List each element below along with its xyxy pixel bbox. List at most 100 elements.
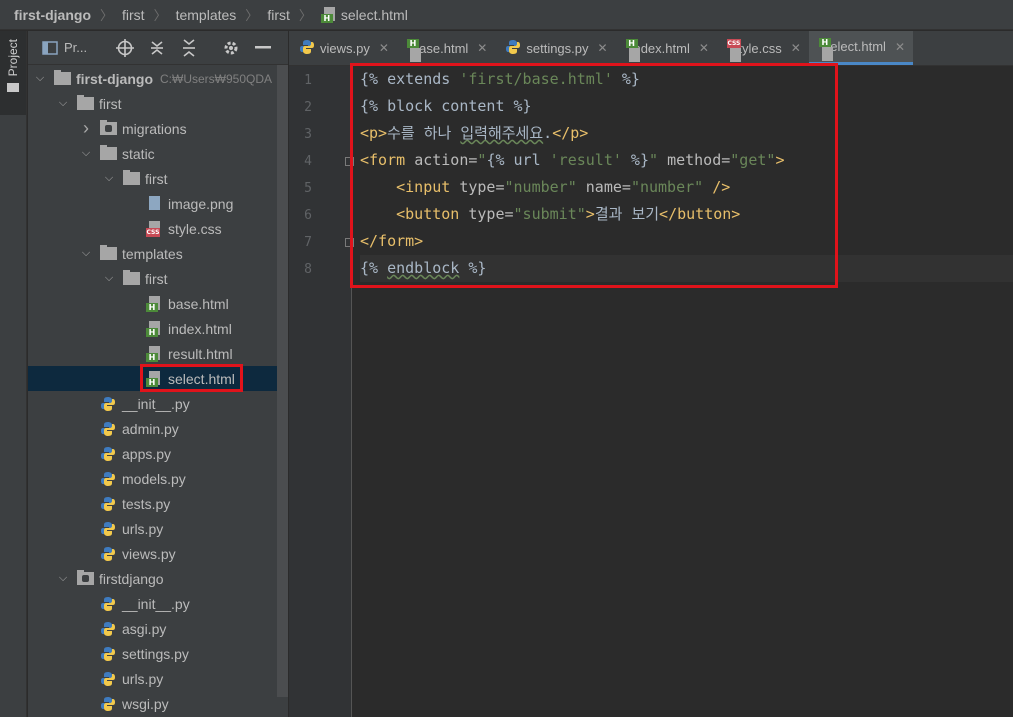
code-line[interactable]: {% extends 'first/base.html' %} bbox=[360, 66, 1013, 93]
code-content[interactable]: {% extends 'first/base.html' %} {% block … bbox=[360, 66, 1013, 282]
code-line[interactable]: <button type="submit">결과 보기</button> bbox=[360, 201, 1013, 228]
python-file-icon bbox=[99, 496, 117, 512]
tree-item[interactable]: tests.py bbox=[28, 491, 288, 516]
locate-file-icon[interactable] bbox=[115, 38, 135, 58]
tree-item-label: result.html bbox=[168, 345, 233, 362]
python-file-icon bbox=[299, 39, 315, 58]
tree-item[interactable]: Hresult.html bbox=[28, 341, 288, 366]
chevron-down-icon[interactable]: ⌵ bbox=[33, 72, 47, 85]
code-token: type= bbox=[468, 205, 514, 223]
fold-marker-icon[interactable] bbox=[345, 238, 354, 247]
fold-marker-icon[interactable] bbox=[345, 157, 354, 166]
tree-item-label: urls.py bbox=[122, 670, 164, 687]
breadcrumb-first-sub[interactable]: first bbox=[267, 7, 290, 23]
tree-item[interactable]: asgi.py bbox=[28, 616, 288, 641]
tree-item[interactable]: ⌵ first-django C:₩Users₩950QDA bbox=[28, 66, 288, 91]
editor-tab-bar: views.py ✕ Hbase.html ✕ settings.py ✕ Hindex.h… bbox=[289, 31, 1013, 66]
breadcrumb-current-file[interactable]: H select.html bbox=[320, 6, 408, 23]
chevron-down-icon[interactable]: ⌵ bbox=[56, 572, 70, 585]
tree-item[interactable]: › migrations bbox=[28, 116, 288, 141]
chevron-down-icon[interactable]: ⌵ bbox=[102, 172, 116, 185]
code-token: > bbox=[775, 151, 785, 169]
code-token: <p> bbox=[360, 124, 388, 142]
project-panel-title: Pr... bbox=[64, 40, 88, 55]
tree-item-label: urls.py bbox=[122, 520, 164, 537]
code-line[interactable]: <p>수를 하나 입력해주세요.</p> bbox=[360, 120, 1013, 147]
close-icon[interactable]: ✕ bbox=[477, 41, 487, 55]
project-tool-tab[interactable]: Project bbox=[0, 31, 26, 115]
code-line[interactable]: </form> bbox=[360, 228, 1013, 255]
tree-item[interactable]: ⌵ static bbox=[28, 141, 288, 166]
breadcrumb-first[interactable]: first bbox=[122, 7, 145, 23]
editor-tab[interactable]: Hindex.html ✕ bbox=[616, 31, 717, 65]
chevron-down-icon[interactable]: ⌵ bbox=[79, 247, 93, 260]
tree-item-label: first bbox=[145, 170, 168, 187]
breadcrumb-project[interactable]: first-django bbox=[14, 7, 91, 23]
code-token: <form bbox=[360, 151, 415, 169]
editor-tab[interactable]: Hselect.html ✕ bbox=[808, 31, 913, 65]
line-number: 7 bbox=[304, 235, 312, 250]
tree-item-label: __init__.py bbox=[122, 395, 190, 412]
chevron-down-icon[interactable]: ⌵ bbox=[56, 97, 70, 110]
project-view-selector[interactable]: Pr... bbox=[42, 40, 87, 55]
breadcrumb-file-label: select.html bbox=[340, 6, 408, 23]
gear-icon[interactable] bbox=[221, 38, 241, 58]
chevron-down-icon[interactable]: ⌵ bbox=[102, 272, 116, 285]
hide-panel-icon[interactable] bbox=[253, 38, 273, 58]
tree-item[interactable]: image.png bbox=[28, 191, 288, 216]
project-tree-scrollbar[interactable] bbox=[277, 65, 288, 697]
python-file-icon bbox=[99, 546, 117, 562]
editor-tab[interactable]: Hbase.html ✕ bbox=[397, 31, 495, 65]
chevron-down-icon[interactable]: ⌵ bbox=[79, 147, 93, 160]
code-line[interactable]: {% block content %} bbox=[360, 93, 1013, 120]
tree-item[interactable]: views.py bbox=[28, 541, 288, 566]
line-number: 6 bbox=[304, 208, 312, 223]
tree-item[interactable]: __init__.py bbox=[28, 591, 288, 616]
tree-item[interactable]: ⌵ templates bbox=[28, 241, 288, 266]
tree-item[interactable]: Hselect.html bbox=[28, 366, 288, 391]
tree-item-label: __init__.py bbox=[122, 595, 190, 612]
image-file-icon bbox=[145, 195, 163, 212]
code-line[interactable]: {% endblock %} bbox=[360, 255, 1013, 282]
close-icon[interactable]: ✕ bbox=[379, 41, 389, 55]
tree-item[interactable]: urls.py bbox=[28, 666, 288, 691]
tree-item[interactable]: __init__.py bbox=[28, 391, 288, 416]
code-token: "get" bbox=[730, 151, 776, 169]
tree-item[interactable]: Hindex.html bbox=[28, 316, 288, 341]
tree-item[interactable]: ⌵ first bbox=[28, 266, 288, 291]
tree-item[interactable]: ⌵ firstdjango bbox=[28, 566, 288, 591]
line-number: 5 bbox=[304, 181, 312, 196]
chevron-right-icon[interactable]: › bbox=[79, 118, 93, 139]
folder-icon bbox=[99, 245, 117, 262]
tree-item-label: asgi.py bbox=[122, 620, 167, 637]
code-line[interactable]: <form action="{% url 'result' %}" method… bbox=[360, 147, 1013, 174]
tree-item[interactable]: settings.py bbox=[28, 641, 288, 666]
editor-tab[interactable]: views.py ✕ bbox=[289, 31, 397, 65]
breadcrumb: first-django 〉 first 〉 templates 〉 first… bbox=[0, 0, 1013, 30]
python-file-icon bbox=[99, 421, 117, 437]
code-token: type= bbox=[459, 178, 505, 196]
tree-item[interactable]: models.py bbox=[28, 466, 288, 491]
tree-item[interactable]: urls.py bbox=[28, 516, 288, 541]
code-token: action= bbox=[414, 151, 478, 169]
code-token: endblock bbox=[387, 259, 460, 277]
tree-item[interactable]: apps.py bbox=[28, 441, 288, 466]
tree-item[interactable]: ⌵ first bbox=[28, 91, 288, 116]
tree-item[interactable]: admin.py bbox=[28, 416, 288, 441]
close-icon[interactable]: ✕ bbox=[598, 41, 608, 55]
close-icon[interactable]: ✕ bbox=[699, 41, 709, 55]
close-icon[interactable]: ✕ bbox=[895, 40, 905, 54]
tree-item[interactable]: ⌵ first bbox=[28, 166, 288, 191]
close-icon[interactable]: ✕ bbox=[791, 41, 801, 55]
project-panel: Pr... ⌵ first-django C:₩Users₩950QDA ⌵ first… bbox=[28, 31, 288, 717]
tree-item[interactable]: wsgi.py bbox=[28, 691, 288, 716]
editor-tab[interactable]: CSS style.css ✕ bbox=[717, 31, 809, 65]
expand-all-icon[interactable] bbox=[147, 38, 167, 58]
collapse-all-icon[interactable] bbox=[179, 38, 199, 58]
tree-item[interactable]: Hbase.html bbox=[28, 291, 288, 316]
code-line[interactable]: <input type="number" name="number" /> bbox=[360, 174, 1013, 201]
breadcrumb-templates[interactable]: templates bbox=[176, 7, 237, 23]
tree-item-label: static bbox=[122, 145, 155, 162]
tree-item[interactable]: CSS style.css bbox=[28, 216, 288, 241]
editor-tab[interactable]: settings.py ✕ bbox=[495, 31, 615, 65]
